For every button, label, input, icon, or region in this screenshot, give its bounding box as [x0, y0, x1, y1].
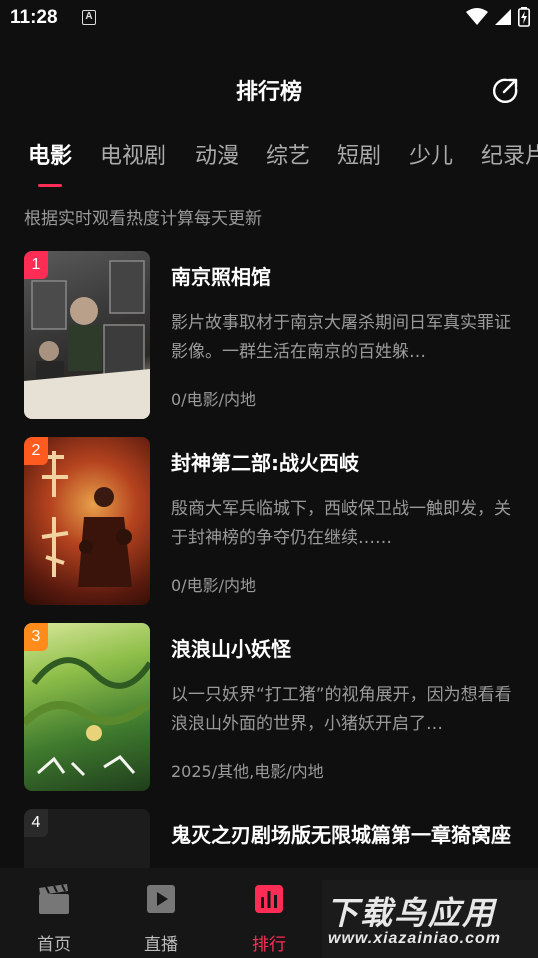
item-description: 以一只妖界“打工猪”的视角展开，因为想看看浪浪山外面的世界，小猪妖开启了… — [171, 685, 512, 734]
tab-anime[interactable]: 动漫 — [195, 138, 239, 170]
battery-icon — [518, 7, 530, 27]
status-time: 11:28 — [10, 7, 58, 28]
tab-documentary[interactable]: 纪录片 — [481, 138, 538, 170]
nav-home[interactable]: 首页 — [9, 882, 99, 955]
tab-tv-series[interactable]: 电视剧 — [100, 138, 166, 170]
watermark-url: www.xiazainiao.com — [328, 930, 502, 947]
item-meta: 0/电影/内地 — [171, 576, 256, 595]
item-title: 封神第二部:战火西岐 — [171, 451, 359, 475]
tab-movie[interactable]: 电影 — [28, 138, 72, 170]
status-icons — [466, 7, 530, 27]
movie-poster[interactable]: 1 — [24, 251, 150, 419]
ranking-item[interactable]: 3 浪浪山小妖怪 以一只妖界“打工猪”的视角展开，因为想看看浪浪山外面的世界，小… — [0, 623, 538, 793]
nav-ranking[interactable]: 排行 — [224, 882, 314, 955]
tab-short-drama[interactable]: 短剧 — [337, 138, 381, 170]
item-description: 影片故事取材于南京大屠杀期间日军真实罪证影像。一群生活在南京的百姓躲… — [171, 313, 511, 362]
tab-variety[interactable]: 综艺 — [266, 138, 310, 170]
movie-poster[interactable]: 3 — [24, 623, 150, 791]
notification-a-icon: A — [82, 10, 96, 25]
wifi-icon — [466, 8, 488, 25]
ranking-item[interactable]: 1 南京照相馆 影片故事取材于南京大屠杀期间日军真实罪证影像。一群生活在南京的百… — [0, 251, 538, 421]
play-icon — [147, 885, 175, 913]
movie-poster[interactable]: 2 — [24, 437, 150, 605]
rank-badge: 4 — [24, 809, 48, 837]
item-meta: 0/电影/内地 — [171, 390, 256, 409]
item-title: 鬼灭之刃剧场版无限城篇第一章猗窝座 — [171, 823, 511, 847]
share-icon — [492, 78, 518, 104]
rank-badge: 3 — [24, 623, 48, 651]
page-title: 排行榜 — [235, 80, 302, 105]
ranking-subtitle: 根据实时观看热度计算每天更新 — [24, 209, 262, 229]
item-title: 南京照相馆 — [171, 265, 271, 289]
active-tab-indicator — [38, 184, 62, 187]
nav-label: 直播 — [144, 935, 178, 955]
item-description: 殷商大军兵临城下，西岐保卫战一触即发，关于封神榜的争夺仍在继续…… — [171, 499, 511, 548]
watermark: 下载鸟应用 www.xiazainiao.com — [322, 880, 538, 958]
watermark-title: 下载鸟应用 — [326, 894, 497, 932]
item-meta: 2025/其他,电影/内地 — [171, 762, 324, 781]
signal-icon — [495, 9, 511, 25]
ranking-item[interactable]: 2 封神第二部:战火西岐 殷商大军兵临城下，西岐保卫战一触即发，关于封神榜的争夺… — [0, 437, 538, 607]
tab-kids[interactable]: 少儿 — [409, 138, 453, 170]
nav-label: 排行 — [252, 935, 286, 955]
status-bar: 11:28 A — [0, 0, 538, 38]
clapperboard-icon — [39, 884, 69, 914]
category-tabs: 电影 电视剧 动漫 综艺 短剧 少儿 纪录片 — [0, 138, 538, 192]
nav-live[interactable]: 直播 — [116, 882, 206, 955]
rank-badge: 1 — [24, 251, 48, 279]
bar-chart-icon — [255, 885, 283, 913]
share-button[interactable] — [490, 76, 520, 106]
nav-label: 首页 — [37, 935, 71, 955]
rank-badge: 2 — [24, 437, 48, 465]
item-title: 浪浪山小妖怪 — [171, 637, 291, 661]
page-header: 排行榜 — [0, 60, 538, 120]
